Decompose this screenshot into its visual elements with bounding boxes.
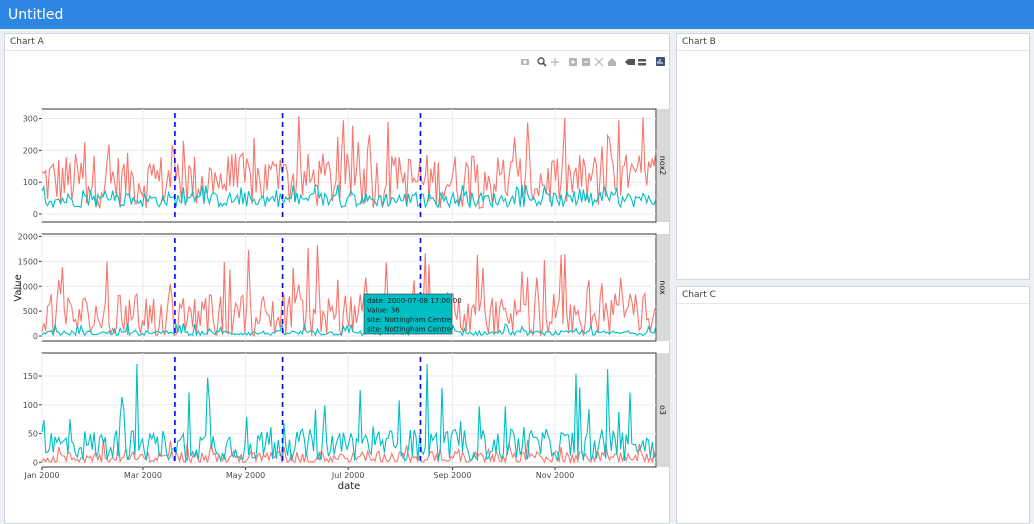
y-tick-label: 0	[33, 332, 38, 341]
y-tick-label: 100	[23, 401, 38, 410]
chart-c-header: Chart C	[677, 287, 1029, 304]
faceted-line-chart[interactable]: 0100200300nox20500100015002000nox0501001…	[5, 51, 669, 523]
chart-a-panel: Chart A 0 100 200 300 nox2 0 500 1000 1500 2000 no…	[4, 33, 670, 524]
x-tick-label: Mar 2000	[124, 471, 162, 480]
x-tick-label: Jan 2000	[23, 471, 59, 480]
camera-icon[interactable]	[521, 59, 529, 65]
pan-icon[interactable]	[551, 58, 559, 66]
x-tick-label: Nov 2000	[536, 471, 575, 480]
y-tick-label: 500	[23, 307, 38, 316]
y-tick-label: 50	[28, 430, 38, 439]
zoom-icon[interactable]	[537, 57, 547, 67]
y-tick-label: 2000	[18, 232, 38, 241]
tooltip-line: site: Nottingham Centre	[367, 326, 451, 334]
chart-a-header: Chart A	[5, 34, 669, 51]
hover-tooltip: date: 2000-07-08 17:00:00Value: 36site: …	[363, 293, 462, 335]
tooltip-line: date: 2000-07-08 17:00:00	[367, 297, 462, 305]
spike-lines-icon[interactable]	[625, 59, 635, 65]
app-header: Untitled	[0, 0, 1034, 29]
facet-strip-label: nox	[658, 280, 667, 295]
autoscale-icon[interactable]	[594, 57, 604, 67]
facet-strip-label: o3	[658, 405, 667, 415]
chart-b-panel: Chart B	[676, 33, 1030, 280]
y-tick-label: 150	[23, 372, 38, 381]
chart-a-title: Chart A	[10, 37, 44, 47]
zoom-in-icon[interactable]	[569, 58, 577, 66]
tooltip-line: Value: 36	[367, 307, 400, 315]
chart-c-title: Chart C	[682, 290, 716, 300]
chart-c-panel: Chart C	[676, 286, 1030, 524]
y-tick-label: 200	[23, 146, 38, 155]
app-title: Untitled	[8, 7, 64, 23]
x-tick-label: Sep 2000	[433, 471, 471, 480]
x-tick-label: Jul 2000	[331, 471, 365, 480]
reset-axes-icon[interactable]	[608, 58, 616, 66]
y-tick-label: 300	[23, 115, 38, 124]
x-axis-label: date	[338, 481, 361, 492]
x-tick-label: May 2000	[226, 471, 265, 480]
y-tick-label: 100	[23, 178, 38, 187]
tooltip-line: site: Nottingham Centre	[367, 316, 451, 324]
y-axis-label: Value	[13, 274, 24, 301]
plotly-logo-icon[interactable]	[656, 57, 665, 66]
y-tick-label: 0	[33, 210, 38, 219]
y-tick-label: 1500	[18, 257, 38, 266]
chart-b-title: Chart B	[682, 37, 716, 47]
zoom-out-icon[interactable]	[582, 58, 590, 66]
compare-hover-icon[interactable]	[638, 59, 646, 66]
chart-b-header: Chart B	[677, 34, 1029, 51]
y-tick-label: 0	[33, 458, 38, 467]
facet-strip-label: nox2	[658, 156, 667, 176]
